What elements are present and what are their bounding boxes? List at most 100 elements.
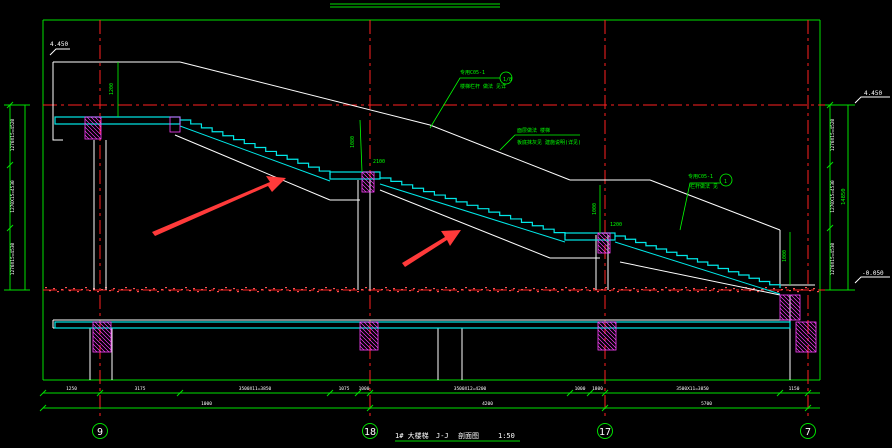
arrow-2	[402, 230, 461, 267]
ground-dot	[741, 289, 743, 291]
drawing-scale: 1:50	[498, 432, 515, 440]
stair-flights	[179, 119, 781, 295]
right-dim-label: 1270X15=4530	[830, 180, 836, 213]
ground-dot	[453, 288, 455, 290]
hatch-line	[597, 329, 617, 349]
ground-dot	[797, 291, 799, 293]
ground-dot	[89, 290, 91, 292]
ground-dot	[601, 289, 603, 291]
ground-dot	[329, 290, 331, 292]
ground-dot	[693, 288, 695, 290]
ground-dot	[321, 289, 323, 291]
ground-dot	[337, 291, 339, 293]
ground-dot	[609, 290, 611, 292]
hatch-line	[597, 321, 617, 341]
hatch-line	[786, 294, 801, 309]
ground-dot	[709, 290, 711, 292]
ground-dot	[461, 289, 463, 291]
ground-dot	[301, 289, 303, 291]
ground-dot	[489, 290, 491, 292]
ground-dot	[297, 291, 299, 293]
ground-dot	[385, 287, 387, 289]
stair-flight-1	[179, 119, 331, 182]
hatch-line	[359, 325, 379, 345]
callout-3-ref: 专用C05-1	[688, 173, 713, 180]
hatch-line	[92, 327, 112, 347]
small-dim-5: 1200	[610, 222, 622, 228]
ground-dot	[325, 287, 327, 289]
ground-dot	[125, 287, 127, 289]
ground-dot	[377, 291, 379, 293]
ground-dot	[805, 287, 807, 289]
hatch-line	[797, 321, 817, 341]
ground-dot	[701, 289, 703, 291]
ground-dot	[69, 290, 71, 292]
ground-dot	[485, 287, 487, 289]
title-bar	[330, 3, 500, 8]
small-dim-6: 1000	[782, 250, 788, 262]
axis-bubble-7: 7	[800, 423, 816, 439]
dim-label-row1: 1000	[359, 386, 370, 392]
hatch-line	[92, 323, 112, 343]
left-dim-label: 1270X15=4530	[10, 180, 16, 213]
drawing-section: J-J	[436, 432, 449, 440]
ground-dot	[437, 291, 439, 293]
axis-bubbles: 9 18 17 7	[92, 423, 816, 439]
ground-dot	[597, 291, 599, 293]
ground-dot	[413, 288, 415, 290]
ground-dot	[273, 288, 275, 290]
ground-dot	[393, 288, 395, 290]
ground-dot	[61, 289, 63, 291]
ground-dot	[281, 289, 283, 291]
ground-dot	[629, 290, 631, 292]
ground-dot	[737, 291, 739, 293]
ground-dot	[149, 290, 151, 292]
ground-dot	[677, 291, 679, 293]
ground-dot	[221, 289, 223, 291]
ground-dot	[617, 291, 619, 293]
hatch-line	[106, 321, 112, 327]
hatch-line	[795, 347, 801, 353]
dim-label-row1: 3500X11=3850	[239, 386, 272, 392]
ground-dot	[357, 291, 359, 293]
ground-dot	[313, 288, 315, 290]
bottom-dimension-text: 1250 3175 3500X11=3850 1075 1000 3500X12=4200…	[39, 386, 812, 412]
ground-dot	[97, 291, 99, 293]
hatch-line	[359, 345, 365, 351]
ground-dot	[409, 290, 411, 292]
ground-dot	[733, 288, 735, 290]
ground-dot	[233, 288, 235, 290]
arrow-1	[152, 176, 286, 236]
ground-dot	[197, 291, 199, 293]
ground-dot	[225, 287, 227, 289]
ground-dot	[217, 291, 219, 293]
hatch-line	[363, 321, 379, 337]
ground-dot	[457, 291, 459, 293]
left-dim-label: 1270X15=4520	[10, 118, 16, 151]
ground-dot	[65, 287, 67, 289]
ground-dot	[809, 290, 811, 292]
axis-label: 17	[599, 427, 611, 438]
hatch-line	[597, 325, 617, 345]
hatch-line	[597, 248, 603, 254]
ground-dot	[641, 289, 643, 291]
dim-label-row1: 3500X12=4200	[454, 386, 487, 392]
ground-dot	[625, 287, 627, 289]
ground-dot	[77, 291, 79, 293]
ground-dot	[341, 289, 343, 291]
hatch-line	[84, 130, 94, 140]
ground-dot	[381, 289, 383, 291]
ground-dot	[445, 287, 447, 289]
ground-dot	[261, 289, 263, 291]
ground-dot	[205, 287, 207, 289]
stair-flight-3	[614, 235, 781, 295]
ground-dot	[173, 288, 175, 290]
ground-dot	[813, 288, 815, 290]
hatch-line	[795, 323, 817, 345]
ground-dot	[669, 290, 671, 292]
ground-dot	[781, 289, 783, 291]
callout-3-circle: 1	[724, 179, 727, 185]
ground-dot	[765, 287, 767, 289]
axis-bubble-18: 18	[362, 423, 378, 439]
hatch-line	[597, 345, 603, 351]
